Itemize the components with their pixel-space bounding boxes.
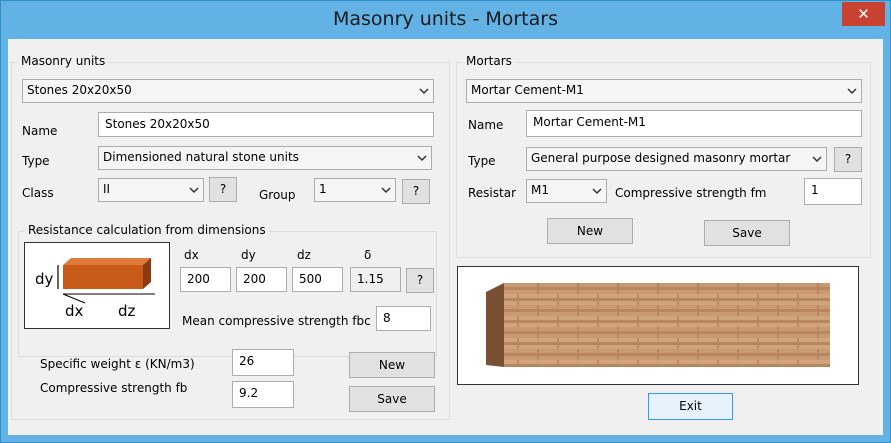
chevron-down-icon	[592, 188, 602, 195]
dz-label: dz	[297, 248, 311, 262]
compressive-strength-fb-field[interactable]: 9.2	[232, 381, 294, 408]
masonry-group-select[interactable]: 1	[314, 178, 396, 202]
masonry-class-select-value: II	[103, 182, 111, 196]
group-help-button[interactable]: ?	[402, 179, 430, 204]
chevron-down-icon	[812, 156, 822, 163]
masonry-units-group: Masonry units Stones 20x20x50 Name Stone…	[11, 54, 450, 420]
dy-field[interactable]: 200	[236, 267, 287, 292]
mortars-group-label: Mortars	[463, 54, 515, 68]
resistar-select[interactable]: M1	[526, 179, 607, 203]
dx-label: dx	[184, 248, 199, 262]
chevron-down-icon	[847, 88, 857, 95]
mortar-name-label: Name	[468, 118, 504, 132]
delta-field: 1.15	[350, 267, 401, 292]
mortar-select[interactable]: Mortar Cement-M1	[466, 79, 862, 103]
compressive-strength-fm-label: Compressive strength fm	[615, 186, 767, 200]
mortar-type-select-value: General purpose designed masonry mortar	[531, 151, 791, 165]
masonry-wall-drawing	[486, 283, 830, 367]
resistance-group-label: Resistance calculation from dimensions	[25, 223, 269, 237]
mortar-name-field[interactable]: Mortar Cement-M1	[526, 110, 862, 137]
chevron-down-icon	[419, 88, 429, 95]
masonry-type-label: Type	[22, 154, 50, 168]
mean-strength-field[interactable]: 8	[376, 306, 431, 331]
masonry-type-select[interactable]: Dimensioned natural stone units	[98, 146, 432, 170]
title-bar[interactable]: Masonry units - Mortars ✕	[1, 1, 890, 39]
masonry-name-field[interactable]: Stones 20x20x50	[98, 112, 434, 137]
masonry-class-label: Class	[22, 186, 54, 200]
compressive-strength-fm-field[interactable]: 1	[804, 178, 862, 205]
resistar-label: Resistar	[468, 186, 517, 200]
diagram-dy-label: dy	[35, 270, 54, 288]
mortar-type-label: Type	[468, 154, 496, 168]
resistar-select-value: M1	[531, 183, 549, 197]
dx-field[interactable]: 200	[180, 267, 231, 292]
close-button[interactable]: ✕	[842, 2, 885, 26]
masonry-unit-select-value: Stones 20x20x50	[27, 83, 132, 97]
masonry-wall-image	[457, 266, 859, 385]
masonry-unit-select[interactable]: Stones 20x20x50	[22, 79, 434, 103]
close-icon: ✕	[857, 5, 870, 23]
mortar-new-button[interactable]: New	[547, 218, 633, 244]
masonry-type-select-value: Dimensioned natural stone units	[103, 150, 299, 164]
mortar-type-help-button[interactable]: ?	[834, 147, 862, 172]
delta-help-button[interactable]: ?	[406, 268, 434, 293]
chevron-down-icon	[381, 187, 391, 194]
mortar-type-select[interactable]: General purpose designed masonry mortar	[526, 147, 827, 171]
diagram-dx-label: dx	[65, 302, 84, 320]
mean-strength-label: Mean compressive strength fbc	[182, 314, 371, 328]
chevron-down-icon	[189, 187, 199, 194]
exit-button[interactable]: Exit	[648, 393, 733, 420]
masonry-new-button[interactable]: New	[349, 352, 435, 378]
brick-diagram-drawing: dy dx dz	[35, 258, 155, 320]
dy-label: dy	[241, 248, 256, 262]
mortar-select-value: Mortar Cement-M1	[471, 83, 584, 97]
class-help-button[interactable]: ?	[209, 177, 237, 202]
delta-label: δ	[364, 248, 372, 262]
chevron-down-icon	[417, 155, 427, 162]
window-title: Masonry units - Mortars	[333, 8, 558, 30]
masonry-name-label: Name	[22, 124, 58, 138]
masonry-group-select-value: 1	[319, 182, 327, 196]
masonry-units-group-label: Masonry units	[18, 54, 109, 68]
specific-weight-label: Specific weight ε (KN/m3)	[40, 357, 195, 371]
compressive-strength-fb-label: Compressive strength fb	[40, 381, 188, 395]
diagram-dz-label: dz	[118, 302, 136, 320]
masonry-class-select[interactable]: II	[98, 178, 204, 202]
masonry-save-button[interactable]: Save	[349, 386, 435, 412]
dialog-window: Masonry units - Mortars ✕ Masonry units …	[0, 0, 891, 443]
masonry-group-label: Group	[259, 188, 296, 202]
dialog-body: Masonry units Stones 20x20x50 Name Stone…	[8, 39, 883, 435]
resistance-group: Resistance calculation from dimensions d…	[18, 223, 437, 357]
dz-field[interactable]: 500	[292, 267, 343, 292]
specific-weight-field[interactable]: 26	[232, 349, 294, 376]
mortars-group: Mortars Mortar Cement-M1 Name Mortar Cem…	[456, 54, 871, 258]
brick-diagram: dy dx dz	[24, 242, 170, 329]
mortar-save-button[interactable]: Save	[704, 220, 790, 246]
